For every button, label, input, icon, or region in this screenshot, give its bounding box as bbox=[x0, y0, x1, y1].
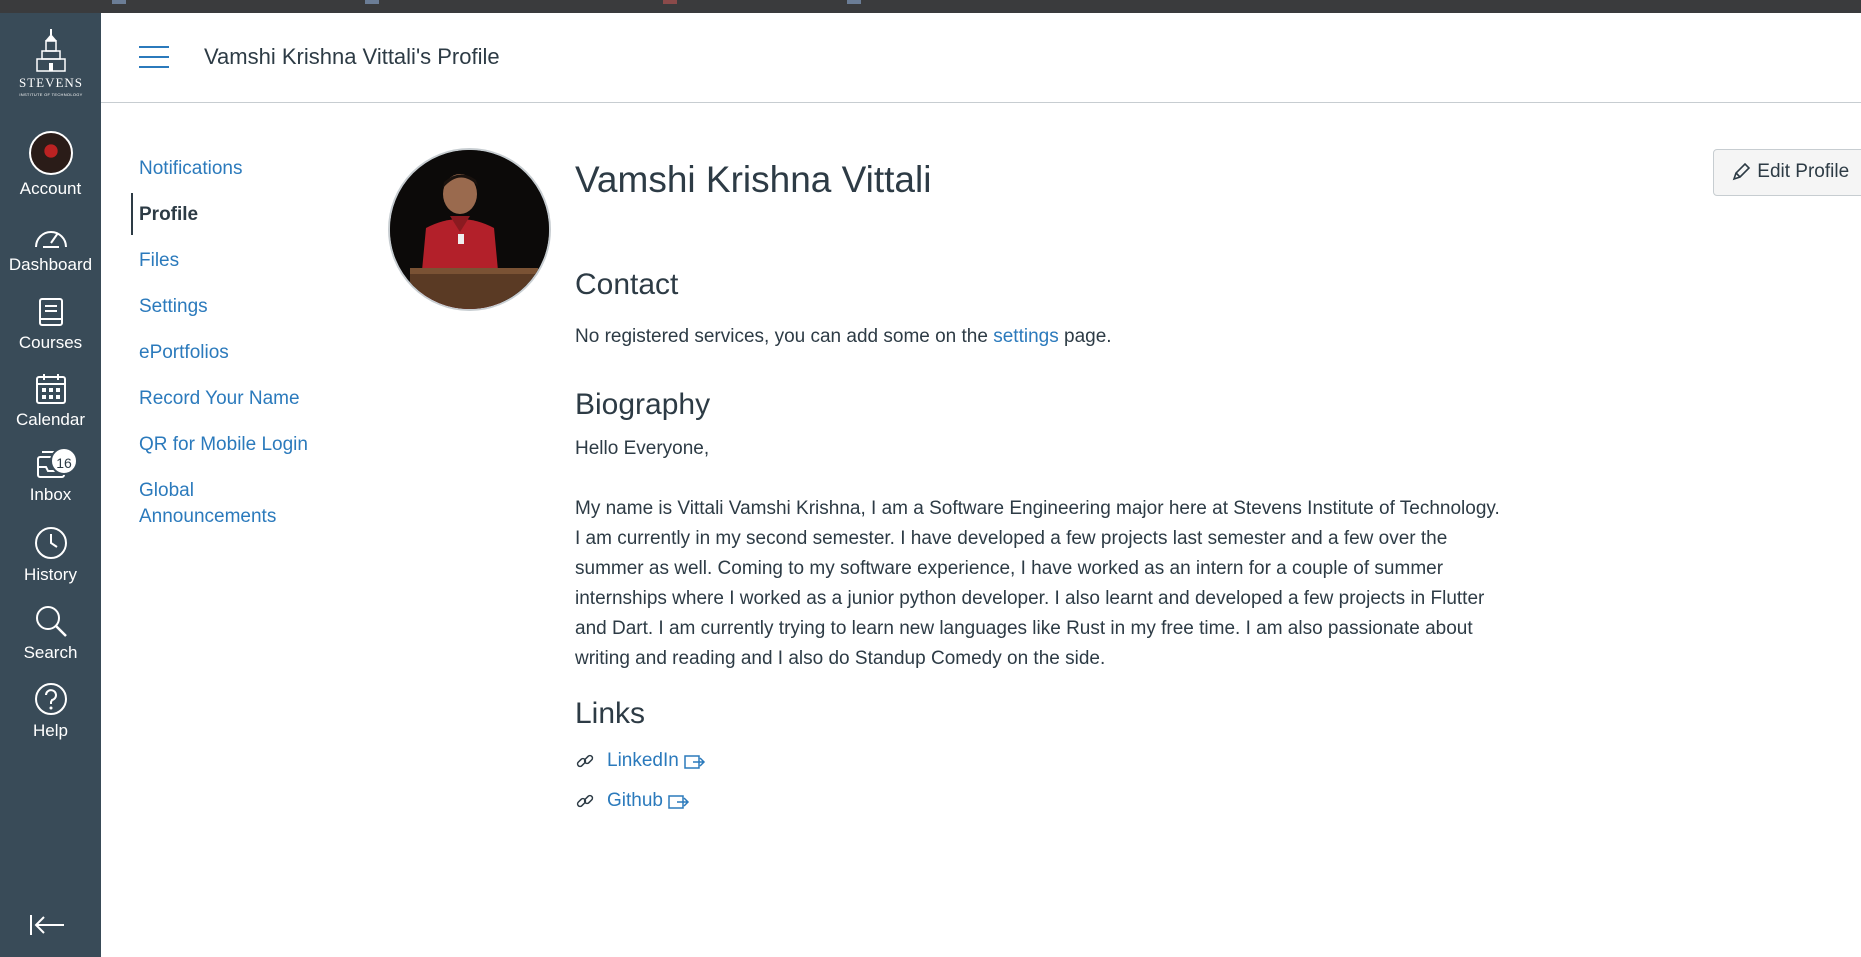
tower-icon bbox=[36, 29, 66, 72]
logo-wordmark: STEVENS bbox=[18, 75, 84, 90]
subnav-qr-mobile-login[interactable]: QR for Mobile Login bbox=[139, 432, 339, 458]
tab-fragment bbox=[365, 0, 379, 4]
nav-inbox[interactable]: 16 Inbox bbox=[0, 447, 101, 505]
calendar-icon bbox=[35, 374, 66, 404]
nav-calendar-label: Calendar bbox=[16, 410, 85, 429]
links-heading: Links bbox=[575, 697, 646, 730]
nav-calendar[interactable]: Calendar bbox=[0, 372, 101, 430]
nav-account[interactable]: Account bbox=[0, 131, 101, 199]
chain-link-icon bbox=[576, 794, 594, 808]
clock-icon bbox=[34, 527, 67, 559]
biography-heading: Biography bbox=[575, 388, 711, 421]
nav-search-label: Search bbox=[23, 643, 78, 662]
edit-profile-button[interactable]: Edit Profile bbox=[1713, 149, 1861, 196]
chain-link-icon bbox=[576, 754, 594, 768]
link-item-linkedin[interactable]: LinkedIn bbox=[575, 750, 706, 772]
linkedin-link[interactable]: LinkedIn bbox=[607, 750, 679, 771]
user-avatar-icon bbox=[28, 131, 73, 175]
book-icon bbox=[38, 298, 63, 326]
collapse-arrow-icon bbox=[30, 915, 64, 935]
contact-text: No registered services, you can add some… bbox=[575, 322, 1112, 352]
tab-fragment bbox=[112, 0, 126, 4]
collapse-nav-button[interactable] bbox=[28, 913, 66, 942]
subnav-notifications[interactable]: Notifications bbox=[139, 156, 339, 182]
subnav-eportfolios[interactable]: ePortfolios bbox=[139, 340, 339, 366]
active-indicator bbox=[131, 193, 133, 235]
page-header: Vamshi Krishna Vittali's Profile bbox=[101, 13, 1861, 103]
edit-profile-label: Edit Profile bbox=[1757, 161, 1850, 182]
subnav-record-your-name[interactable]: Record Your Name bbox=[139, 386, 339, 412]
question-icon bbox=[34, 683, 67, 715]
nav-history-label: History bbox=[24, 565, 77, 584]
nav-dashboard-label: Dashboard bbox=[8, 255, 93, 274]
nav-dashboard[interactable]: Dashboard bbox=[0, 221, 101, 275]
stevens-logo[interactable]: STEVENS INSTITUTE OF TECHNOLOGY bbox=[14, 29, 88, 117]
nav-courses[interactable]: Courses bbox=[0, 297, 101, 353]
page-title: Vamshi Krishna Vittali's Profile bbox=[204, 44, 500, 69]
nav-inbox-label: Inbox bbox=[29, 485, 72, 504]
browser-top-strip bbox=[0, 0, 1861, 13]
subnav-files[interactable]: Files bbox=[139, 248, 339, 274]
profile-name: Vamshi Krishna Vittali bbox=[575, 159, 932, 200]
global-navigation: STEVENS INSTITUTE OF TECHNOLOGY Account … bbox=[0, 13, 101, 957]
settings-link[interactable]: settings bbox=[993, 326, 1058, 347]
nav-help[interactable]: Help bbox=[0, 681, 101, 741]
gauge-icon bbox=[34, 231, 67, 248]
profile-avatar bbox=[388, 148, 551, 311]
subnav-global-announcements[interactable]: Global Announcements bbox=[139, 478, 309, 530]
nav-help-label: Help bbox=[33, 721, 68, 740]
contact-heading: Contact bbox=[575, 268, 679, 301]
inbox-unread-badge: 16 bbox=[50, 447, 78, 475]
tab-fragment bbox=[847, 0, 861, 4]
github-link[interactable]: Github bbox=[607, 790, 663, 811]
link-item-github[interactable]: Github bbox=[575, 790, 690, 812]
subnav-settings[interactable]: Settings bbox=[139, 294, 339, 320]
hamburger-menu-button[interactable] bbox=[139, 46, 169, 68]
nav-account-label: Account bbox=[19, 179, 82, 198]
main-content: Vamshi Krishna Vittali's Profile Notific… bbox=[101, 13, 1861, 957]
tab-fragment bbox=[663, 0, 677, 4]
biography-greeting: Hello Everyone, bbox=[575, 438, 710, 459]
subnav-profile[interactable]: Profile bbox=[139, 202, 339, 228]
external-link-icon bbox=[668, 795, 690, 809]
contact-text-before: No registered services, you can add some… bbox=[575, 326, 994, 347]
nav-search[interactable]: Search bbox=[0, 603, 101, 663]
pencil-icon bbox=[1732, 162, 1751, 181]
nav-history[interactable]: History bbox=[0, 525, 101, 585]
contact-text-after: page. bbox=[1058, 326, 1112, 347]
nav-courses-label: Courses bbox=[18, 333, 83, 352]
profile-photo bbox=[390, 150, 549, 309]
external-link-icon bbox=[684, 755, 705, 769]
search-icon bbox=[35, 606, 67, 637]
biography-body: My name is Vittali Vamshi Krishna, I am … bbox=[575, 498, 1500, 669]
logo-subtitle: INSTITUTE OF TECHNOLOGY bbox=[19, 92, 83, 97]
